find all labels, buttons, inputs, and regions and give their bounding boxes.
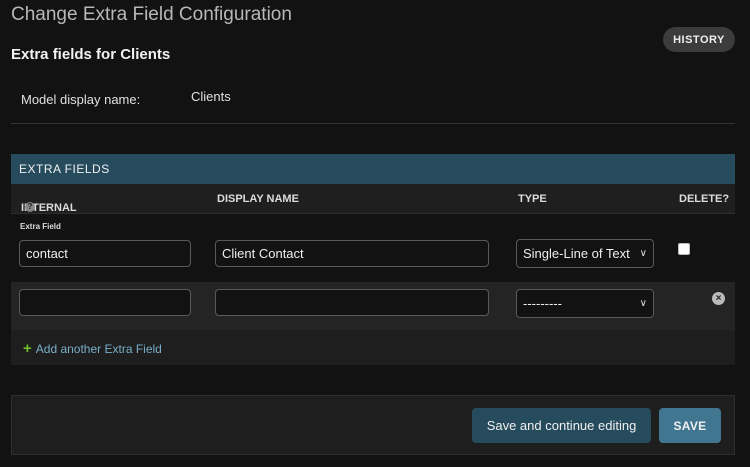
delete-checkbox[interactable] <box>678 243 690 255</box>
chevron-down-icon: ∨ <box>639 248 647 259</box>
inline-header: EXTRA FIELDS <box>11 154 735 184</box>
submit-row: Save and continue editing SAVE <box>11 395 735 455</box>
display-name-input[interactable]: Client Contact <box>215 240 489 267</box>
page-title: Change Extra Field Configuration <box>11 4 292 25</box>
history-button[interactable]: HISTORY <box>663 27 735 52</box>
type-select-value: Single-Line of Text <box>523 246 630 261</box>
display-name-input-empty[interactable] <box>215 289 489 316</box>
col-type: TYPE <box>518 193 547 205</box>
type-select-empty-value: --------- <box>523 296 562 311</box>
chevron-down-icon: ∨ <box>639 298 647 309</box>
col-delete: DELETE? <box>679 193 730 205</box>
column-headers: INTERNAL NAME? DISPLAY NAME TYPE DELETE? <box>11 184 735 226</box>
section-title: Extra fields for Clients <box>11 46 171 63</box>
model-display-name-label: Model display name: <box>21 92 141 107</box>
plus-icon: + <box>23 340 32 357</box>
save-button[interactable]: SAVE <box>659 408 721 443</box>
col-display-name: DISPLAY NAME <box>217 193 299 205</box>
help-icon[interactable]: ? <box>25 202 35 212</box>
save-continue-button[interactable]: Save and continue editing <box>472 408 651 443</box>
add-another-link[interactable]: + Add another Extra Field <box>23 340 162 357</box>
add-row: + Add another Extra Field <box>11 330 735 365</box>
extra-fields-inline: EXTRA FIELDS INTERNAL NAME? DISPLAY NAME… <box>11 154 735 365</box>
inline-row-2: --------- ∨ × <box>11 282 735 330</box>
inline-row-1: Extra Field contact Client Contact Singl… <box>11 214 735 282</box>
type-select-empty[interactable]: --------- ∨ <box>516 289 654 318</box>
model-display-name-value: Clients <box>191 89 231 104</box>
type-select[interactable]: Single-Line of Text ∨ <box>516 239 654 268</box>
remove-row-icon[interactable]: × <box>712 292 725 305</box>
original-label: Extra Field <box>20 222 61 231</box>
add-another-label: Add another Extra Field <box>35 341 162 356</box>
internal-name-input[interactable]: contact <box>19 240 191 267</box>
internal-name-input-empty[interactable] <box>19 289 191 316</box>
model-display-name-row: Model display name: Clients <box>11 78 735 124</box>
